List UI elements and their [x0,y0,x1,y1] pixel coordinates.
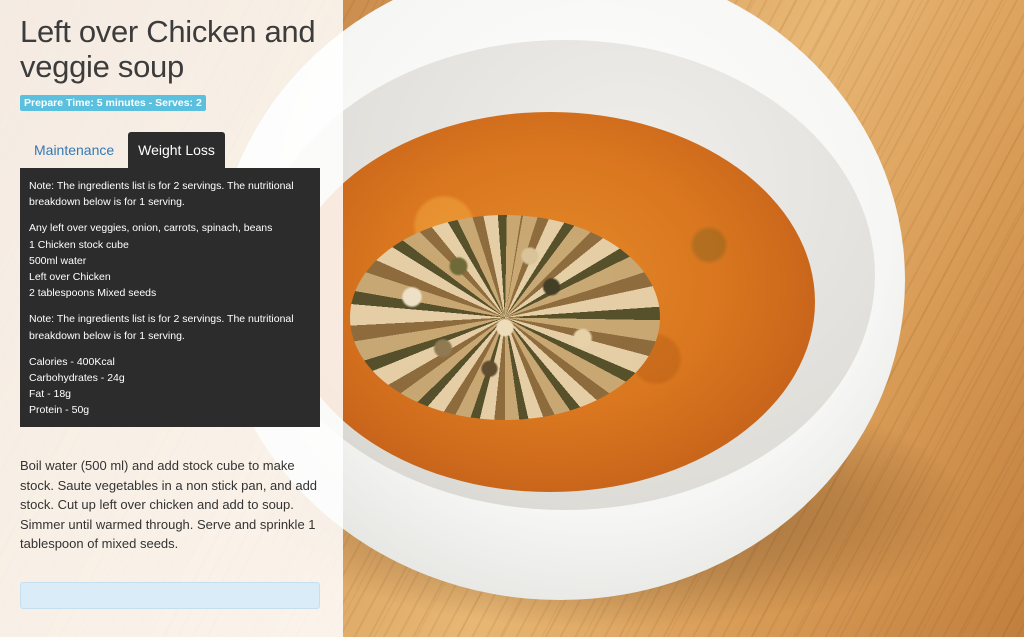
list-item: Fat - 18g [29,388,72,401]
nutrition-note: Note: The ingredients list is for 2 serv… [29,313,294,342]
tab-content-weight-loss: Note: The ingredients list is for 2 serv… [20,168,320,427]
list-item: Left over Chicken [29,271,111,284]
list-item: 2 tablespoons Mixed seeds [29,287,157,300]
action-button[interactable] [20,582,320,609]
list-item: Calories - 400Kcal [29,355,115,368]
recipe-panel: Left over Chicken and veggie soup Prepar… [0,0,343,637]
list-item: Any left over veggies, onion, carrots, s… [29,222,273,235]
list-item: Protein - 50g [29,404,90,417]
tab-weight-loss[interactable]: Weight Loss [128,132,225,168]
list-item: 1 Chicken stock cube [29,238,129,251]
tab-maintenance[interactable]: Maintenance [22,132,126,168]
cooking-instructions: Boil water (500 ml) and add stock cube t… [20,458,318,552]
mixed-seeds-topping [350,215,660,420]
list-item: Carbohydrates - 24g [29,372,125,385]
ingredients-list: Any left over veggies, onion, carrots, s… [29,220,312,301]
servings-note: Note: The ingredients list is for 2 serv… [29,180,294,209]
nutrition-list: Calories - 400Kcal Carbohydrates - 24g F… [29,354,312,419]
recipe-title: Left over Chicken and veggie soup [20,14,316,84]
list-item: 500ml water [29,254,87,267]
prepare-time-badge: Prepare Time: 5 minutes - Serves: 2 [20,95,206,111]
